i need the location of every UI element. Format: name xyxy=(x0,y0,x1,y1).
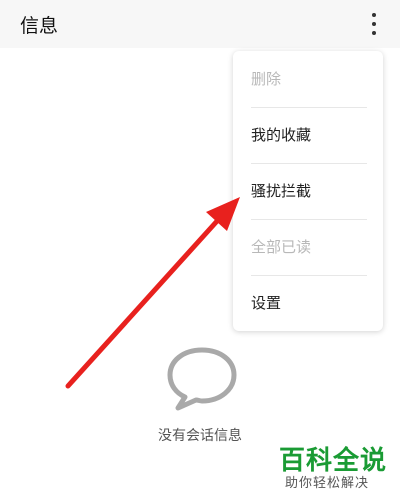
menu-item-mark-all-read[interactable]: 全部已读 xyxy=(251,219,367,275)
menu-item-settings[interactable]: 设置 xyxy=(251,275,367,331)
more-dot-icon xyxy=(372,31,376,35)
page-title: 信息 xyxy=(20,15,59,37)
menu-item-delete[interactable]: 删除 xyxy=(251,51,367,107)
watermark-subtitle: 助你轻松解决 xyxy=(285,476,370,491)
overflow-menu: 删除 我的收藏 骚扰拦截 全部已读 设置 xyxy=(233,51,383,331)
more-dot-icon xyxy=(372,13,376,17)
menu-item-favorites[interactable]: 我的收藏 xyxy=(251,107,367,163)
top-bar: 信息 xyxy=(0,0,400,48)
speech-bubble-icon xyxy=(167,347,237,411)
more-options-button[interactable] xyxy=(362,10,386,38)
more-dot-icon xyxy=(372,22,376,26)
menu-item-spam-block[interactable]: 骚扰拦截 xyxy=(251,163,367,219)
